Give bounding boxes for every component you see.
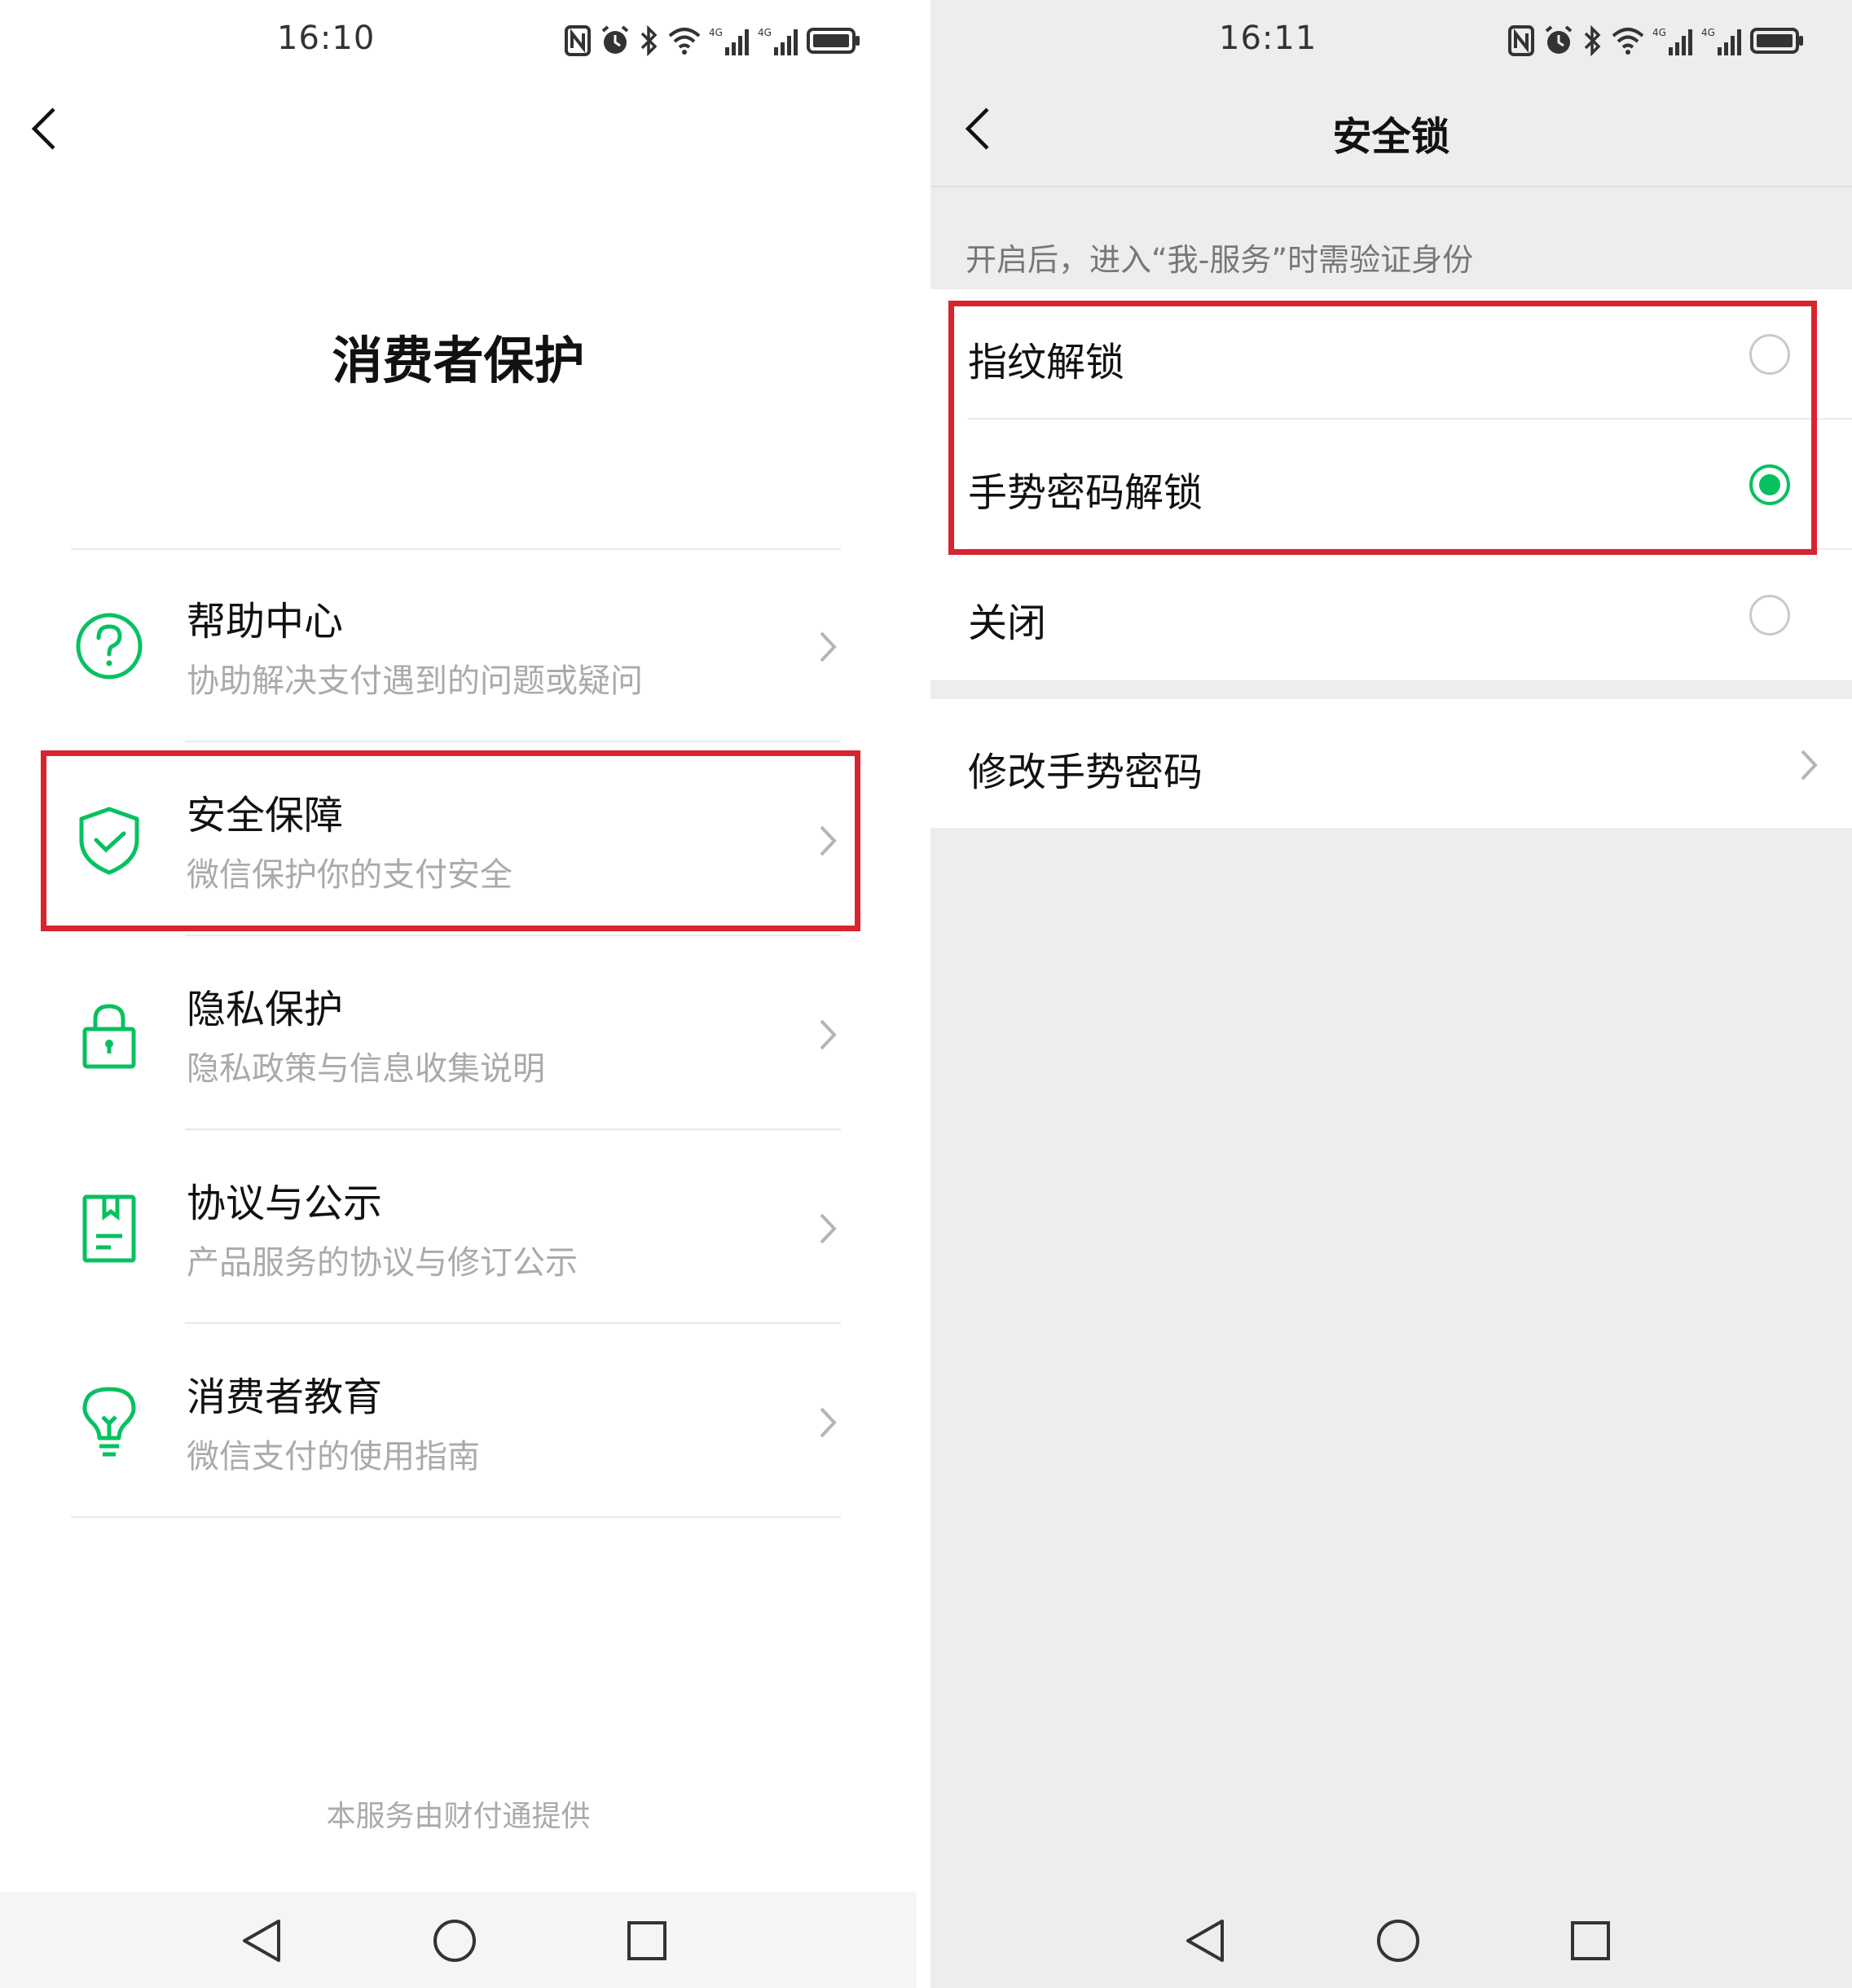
- menu-item-title: 隐私保护: [187, 987, 344, 1032]
- status-bar: 16:10 4G 4G: [0, 0, 917, 81]
- bluetooth-icon: [640, 24, 658, 57]
- status-time: 16:11: [1219, 20, 1318, 57]
- wifi-icon: [668, 28, 701, 55]
- page-title: 消费者保护: [332, 331, 585, 390]
- chevron-right-icon: [820, 631, 837, 662]
- chevron-left-icon: [31, 108, 55, 150]
- signal-4g-icon: 4G: [758, 27, 798, 55]
- menu-item-subtitle: 产品服务的协议与修订公示: [187, 1244, 578, 1282]
- menu-item-subtitle: 隐私政策与信息收集说明: [187, 1050, 545, 1088]
- nfc-icon: [1508, 25, 1534, 56]
- alarm-icon: [1545, 25, 1573, 54]
- signal-4g-icon: 4G: [1652, 27, 1692, 55]
- lightbulb-icon: [82, 1387, 136, 1457]
- chevron-right-icon: [820, 1213, 837, 1244]
- menu-item-title: 帮助中心: [187, 599, 344, 644]
- svg-text:4G: 4G: [1652, 27, 1666, 38]
- menu-item-subtitle: 微信支付的使用指南: [187, 1438, 480, 1476]
- divider: [71, 1516, 841, 1518]
- nav-recents-icon[interactable]: [621, 1915, 673, 1967]
- section-hint: 开启后，进入“我-服务”时需验证身份: [966, 242, 1474, 278]
- back-button[interactable]: [20, 96, 68, 161]
- document-icon: [82, 1194, 136, 1263]
- footer-note: 本服务由财付通提供: [326, 1800, 591, 1833]
- signal-4g-icon: 4G: [709, 27, 749, 55]
- svg-text:4G: 4G: [1701, 27, 1715, 38]
- option-label: 关闭: [968, 600, 1047, 646]
- status-icons: 4G 4G: [1507, 24, 1804, 57]
- bluetooth-icon: [1584, 24, 1601, 57]
- battery-icon: [1750, 28, 1803, 54]
- highlight-box: [41, 750, 860, 931]
- alarm-icon: [601, 25, 629, 54]
- menu-item-help-center[interactable]: 帮助中心 协助解决支付遇到的问题或疑问: [0, 548, 917, 742]
- svg-text:4G: 4G: [758, 27, 772, 38]
- menu-item-privacy[interactable]: 隐私保护 隐私政策与信息收集说明: [0, 936, 917, 1130]
- radio-button[interactable]: [1749, 595, 1790, 636]
- menu-item-title: 协议与公示: [187, 1181, 383, 1226]
- change-gesture-password-row[interactable]: 修改手势密码: [930, 699, 1852, 828]
- screen-separator: [917, 0, 930, 1988]
- question-circle-icon: [76, 613, 143, 680]
- navigation-bar: [930, 1892, 1852, 1988]
- right-screen: 16:11 4G 4G 安全锁 开启后，进入“我-服务”时需验证身份 指纹解锁 …: [930, 0, 1852, 1988]
- menu-item-agreements[interactable]: 协议与公示 产品服务的协议与修订公示: [0, 1130, 917, 1324]
- menu-item-title: 消费者教育: [187, 1374, 383, 1420]
- nav-recents-icon[interactable]: [1564, 1915, 1617, 1967]
- highlight-box: [948, 301, 1817, 555]
- navigation-bar: [0, 1892, 917, 1988]
- option-off[interactable]: 关闭: [930, 550, 1852, 680]
- nav-home-icon[interactable]: [1372, 1915, 1424, 1967]
- wifi-icon: [1612, 28, 1644, 55]
- battery-icon: [807, 28, 860, 54]
- nav-back-icon[interactable]: [236, 1915, 288, 1967]
- page-title: 安全锁: [1332, 114, 1450, 160]
- nfc-icon: [565, 25, 591, 56]
- chevron-right-icon: [820, 1019, 837, 1050]
- status-bar: 16:11 4G 4G: [930, 0, 1852, 81]
- status-time: 16:10: [277, 20, 376, 57]
- status-icons: 4G 4G: [564, 24, 860, 57]
- signal-4g-icon: 4G: [1701, 27, 1741, 55]
- menu-item-consumer-education[interactable]: 消费者教育 微信支付的使用指南: [0, 1324, 917, 1518]
- svg-text:4G: 4G: [709, 27, 723, 38]
- menu-list: 帮助中心 协助解决支付遇到的问题或疑问 安全保障 微信保护你的支付安全 隐私保护…: [0, 548, 917, 1518]
- chevron-right-icon: [820, 1407, 837, 1438]
- nav-home-icon[interactable]: [429, 1915, 481, 1967]
- left-screen: 16:10 4G 4G 消费者保护 帮助中心 协助解决支付遇到的问题或疑问 安全…: [0, 0, 917, 1988]
- nav-back-icon[interactable]: [1180, 1915, 1232, 1967]
- change-gesture-label: 修改手势密码: [968, 750, 1203, 795]
- chevron-right-icon: [1801, 750, 1818, 781]
- lock-icon: [82, 1004, 136, 1069]
- menu-item-subtitle: 协助解决支付遇到的问题或疑问: [187, 662, 643, 700]
